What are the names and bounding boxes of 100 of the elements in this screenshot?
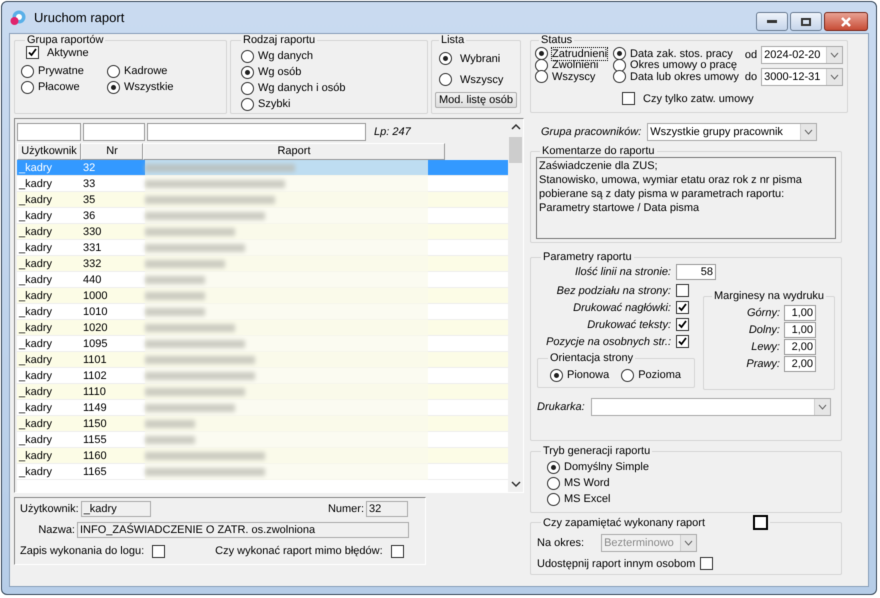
radio-button[interactable] (439, 52, 452, 65)
radio-button[interactable] (21, 80, 34, 94)
table-row[interactable]: _kadry 330 (17, 224, 508, 240)
radio-button[interactable] (613, 47, 626, 60)
radio-button[interactable] (107, 64, 120, 78)
column-header[interactable]: Użytkownik (17, 143, 81, 160)
radio-button[interactable] (241, 82, 254, 94)
checkbox[interactable] (676, 301, 689, 314)
table-cell-text: 1101 (83, 354, 108, 366)
group-dropdown[interactable]: Wszystkie grupy pracownik (647, 123, 818, 141)
field-label: Lewy: (750, 340, 780, 352)
radio-button[interactable] (621, 368, 634, 382)
table-cell-text: 35 (83, 194, 96, 206)
radio-button[interactable] (21, 64, 34, 78)
checkbox[interactable] (152, 544, 166, 558)
radio-button[interactable] (550, 368, 563, 382)
field-label: Użytkownik: (20, 503, 79, 515)
checkbox[interactable] (622, 92, 635, 105)
radio-button[interactable] (241, 50, 254, 62)
radio-button[interactable] (535, 70, 548, 84)
group-title: Komentarze do raportu (541, 145, 656, 157)
table-row[interactable]: _kadry 1150 (17, 416, 508, 432)
checkbox[interactable] (753, 515, 768, 530)
redacted-text (145, 420, 195, 428)
table-row[interactable]: _kadry 35 (17, 192, 508, 208)
radio-button[interactable] (535, 47, 548, 60)
radio-button[interactable] (439, 73, 452, 86)
table-cell-text: _kadry (18, 274, 54, 286)
table-cell-text: 33 (83, 178, 96, 190)
redacted-text (145, 292, 205, 300)
filter-field[interactable] (17, 123, 81, 141)
table-cell-text: _kadry (18, 194, 54, 206)
table-row[interactable]: _kadry 1160 (17, 448, 508, 464)
filter-field[interactable] (147, 123, 366, 141)
minimize-button[interactable] (756, 12, 788, 31)
table-cell-text: 1160 (83, 450, 108, 462)
table-row[interactable]: _kadry 1101 (17, 352, 508, 368)
group-title: Rodzaj raportu (242, 34, 316, 46)
radio-button[interactable] (535, 58, 548, 72)
user-field[interactable]: _kadry (80, 501, 151, 517)
radio-button[interactable] (107, 80, 120, 94)
date-picker[interactable]: 2024-02-20 (761, 46, 844, 64)
lines-field[interactable]: 58 (676, 264, 716, 280)
redacted-text (145, 308, 205, 316)
group-title: Tryb generacji raportu (542, 445, 652, 457)
close-button[interactable] (824, 12, 868, 31)
table-cell-text: _kadry (18, 162, 54, 174)
checkbox[interactable] (390, 544, 404, 558)
checkbox[interactable] (676, 335, 689, 348)
filter-field[interactable] (83, 123, 145, 141)
checkbox[interactable] (676, 284, 689, 297)
checkbox[interactable] (700, 557, 714, 570)
column-header[interactable]: Raport (143, 143, 445, 160)
checkbox[interactable] (676, 318, 689, 331)
name-field[interactable]: INFO_ZAŚWIADCZENIE O ZATR. os.zwolniona (77, 522, 409, 538)
margin-field[interactable]: 2,00 (784, 356, 816, 372)
checkbox-label: Bez podziału na strony: (556, 284, 671, 296)
table-cell-text: _kadry (18, 450, 54, 462)
margin-field[interactable]: 2,00 (784, 338, 816, 354)
radio-button[interactable] (241, 98, 254, 110)
date-picker[interactable]: 3000-12-31 (761, 68, 844, 86)
margin-field[interactable]: 1,00 (784, 304, 816, 320)
maximize-button[interactable] (790, 12, 822, 31)
scroll-down-icon[interactable] (510, 480, 520, 488)
radio-label: Data zak. stos. pracy (630, 48, 733, 60)
table-cell-text: _kadry (18, 306, 54, 318)
table-row[interactable]: _kadry 1020 (17, 320, 508, 336)
group-title: Status (540, 34, 574, 46)
field-label: Górny: (746, 306, 780, 318)
table-cell-text: _kadry (18, 402, 54, 414)
column-header[interactable]: Nr (81, 143, 143, 160)
table-cell-text: _kadry (18, 434, 54, 446)
radio-button[interactable] (613, 70, 626, 84)
table-cell-text: 331 (83, 242, 102, 254)
table-cell-text: _kadry (18, 338, 54, 350)
table-row[interactable]: _kadry 332 (17, 256, 508, 272)
radio-button[interactable] (241, 66, 254, 78)
comment-box[interactable]: Zaświadczenie dla ZUS; Stanowisko, umowa, wymiar etatu oraz rok z nr pisma pobierane są z daty pisma w parametrach raportu: Parametry startowe / Data pisma (536, 157, 836, 239)
group-title: Orientacja strony (549, 352, 634, 364)
table-cell-text: _kadry (18, 370, 54, 382)
radio-label: MS Word (564, 477, 610, 489)
table-row[interactable]: _kadry 1110 (17, 384, 508, 400)
radio-button[interactable] (547, 460, 560, 474)
table-cell-text: _kadry (18, 178, 54, 190)
scroll-thumb[interactable] (509, 137, 522, 163)
radio-button[interactable] (613, 58, 626, 72)
radio-button[interactable] (547, 476, 560, 490)
chevron-down-icon (830, 74, 840, 80)
checkbox[interactable] (26, 46, 39, 59)
minimize-icon (767, 20, 777, 24)
margin-field[interactable]: 1,00 (784, 322, 816, 338)
redacted-text (145, 276, 205, 284)
number-field[interactable]: 32 (366, 501, 408, 517)
scroll-up-icon[interactable] (510, 123, 520, 131)
modify-list-button[interactable]: Mod. listę osób (435, 92, 517, 108)
table-cell-text: _kadry (18, 418, 54, 430)
radio-button[interactable] (547, 492, 560, 506)
chevron-down-icon (818, 404, 827, 410)
table-row[interactable]: _kadry 1000 (17, 288, 508, 304)
table-cell-text: 1110 (83, 386, 107, 398)
